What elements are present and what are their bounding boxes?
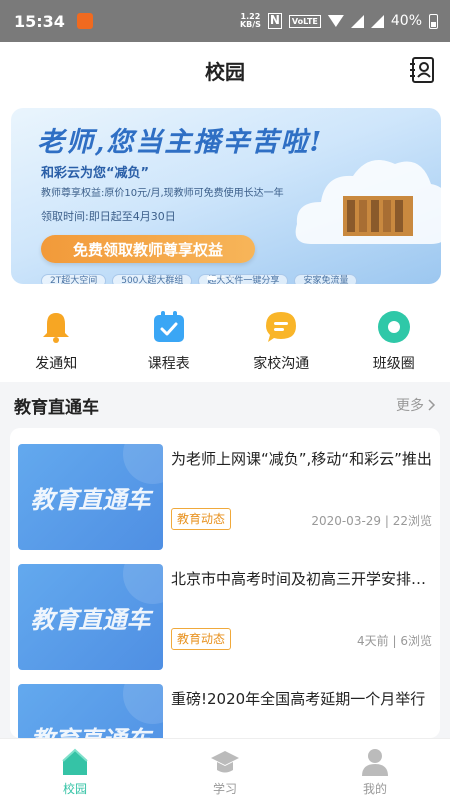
more-link[interactable]: 更多 [396,395,436,415]
chevron-right-icon [428,399,436,411]
bell-icon [43,313,70,343]
news-title: 重磅!2020年全国高考延期一个月举行 [171,690,426,708]
more-label: 更多 [396,398,424,414]
app-header: 校园 [0,42,450,98]
news-item[interactable]: 教育直通车 为老师上网课“减负”,移动“和彩云”推出 教育动态 2020-03-… [18,444,432,550]
banner-headline: 老师,您当主播辛苦啦! [37,127,324,158]
tab-campus[interactable]: 校园 [0,739,150,800]
news-item[interactable]: 教育直通车 重磅!2020年全国高考延期一个月举行 [18,684,432,738]
banner-chip: 安家免流量 [294,274,358,284]
calendar-icon [153,311,184,342]
quick-action-class-circle[interactable]: 班级圈 [338,294,450,382]
thumbnail-decoration [123,444,163,484]
thumbnail-text: 教育直通车 [30,605,151,634]
banner-section: 老师,您当主播辛苦啦! 和彩云为您“减负” 教师尊享权益:原价10元/月,现教师… [0,98,450,294]
thumbnail-text: 教育直通车 [18,720,163,738]
app-notification-icon [76,13,93,29]
battery-icon [429,13,438,29]
tab-label: 学习 [212,782,237,796]
network-speed: 1.22 KB/S [240,13,261,29]
news-title: 为老师上网课“减负”,移动“和彩云”推出 [171,450,432,468]
quick-action-schedule[interactable]: 课程表 [113,294,226,382]
wifi-icon [327,15,344,27]
network-speed-unit: KB/S [239,20,261,29]
news-tag: 教育动态 [171,508,232,530]
news-title: 北京市中高考时间及初高三开学安排公布 [171,570,433,588]
contacts-icon[interactable] [410,56,436,84]
banner-period: 领取时间:即日起至4月30日 [41,210,176,223]
thumbnail-decoration [123,684,163,724]
chat-icon [266,312,297,342]
banner-cta-button[interactable]: 免费领取教师尊享权益 [41,235,255,263]
home-icon [62,748,88,775]
quick-action-label: 课程表 [147,356,190,372]
banner-subline: 和彩云为您“减负” [41,166,150,181]
circle-icon [377,311,410,343]
news-info: 北京市中高考时间及初高三开学安排公布 教育动态 4天前 | 6浏览 [171,564,433,670]
banner-pagination [207,276,233,280]
nfc-icon: N [267,13,282,29]
tab-study[interactable]: 学习 [150,739,300,800]
graduation-cap-icon [211,751,239,773]
banner-chip: 2T超大空间 [41,274,107,284]
section-header: 教育直通车 更多 [0,382,450,428]
news-thumbnail: 教育直通车 [18,684,163,738]
tab-label: 我的 [362,782,387,796]
signal-icon-2 [370,14,384,28]
quick-action-label: 家校沟通 [253,356,310,372]
news-meta: 4天前 | 6浏览 [357,634,432,648]
status-icons: 1.22 KB/S N VoLTE 40% [240,13,438,29]
cloud-library-illustration [295,160,441,244]
tab-mine[interactable]: 我的 [300,739,450,800]
news-thumbnail: 教育直通车 [18,564,163,670]
pagination-dot [221,276,225,280]
pagination-dot [229,276,233,280]
quick-action-home-school[interactable]: 家校沟通 [225,294,338,382]
news-tag: 教育动态 [171,628,232,650]
banner-chip: 500人超大群组 [112,274,193,284]
pagination-dot-active [207,276,217,280]
news-thumbnail: 教育直通车 [18,444,163,550]
news-meta: 2020-03-29 | 22浏览 [311,514,432,528]
news-card: 教育直通车 为老师上网课“减负”,移动“和彩云”推出 教育动态 2020-03-… [10,428,440,738]
news-info: 为老师上网课“减负”,移动“和彩云”推出 教育动态 2020-03-29 | 2… [171,444,432,550]
news-item[interactable]: 教育直通车 北京市中高考时间及初高三开学安排公布 教育动态 4天前 | 6浏览 [18,564,433,670]
news-info: 重磅!2020年全国高考延期一个月举行 [171,684,432,738]
section-title: 教育直通车 [14,397,99,418]
battery-percent: 40% [390,13,422,29]
quick-action-notify[interactable]: 发通知 [0,294,113,382]
quick-action-label: 发通知 [35,356,78,372]
promo-banner[interactable]: 老师,您当主播辛苦啦! 和彩云为您“减负” 教师尊享权益:原价10元/月,现教师… [11,108,441,284]
thumbnail-text: 教育直通车 [30,485,151,514]
tab-label: 校园 [62,782,87,796]
volte-icon: VoLTE [288,14,321,28]
signal-icon [350,14,364,28]
banner-chips: 2T超大空间 500人超大群组 超大文件一键分享 安家免流量 [41,274,358,284]
bottom-tab-bar: 校园 学习 我的 [0,738,450,800]
banner-benefit: 教师尊享权益:原价10元/月,现教师可免费使用长达一年 [41,188,284,199]
thumbnail-decoration [123,564,163,604]
page-title: 校园 [205,59,245,84]
status-time: 15:34 [14,11,65,31]
user-icon [362,749,388,776]
status-bar: 15:34 1.22 KB/S N VoLTE 40% [0,0,450,42]
quick-action-label: 班级圈 [372,356,415,372]
quick-actions: 发通知 课程表 家校沟通 班级圈 [0,294,450,382]
